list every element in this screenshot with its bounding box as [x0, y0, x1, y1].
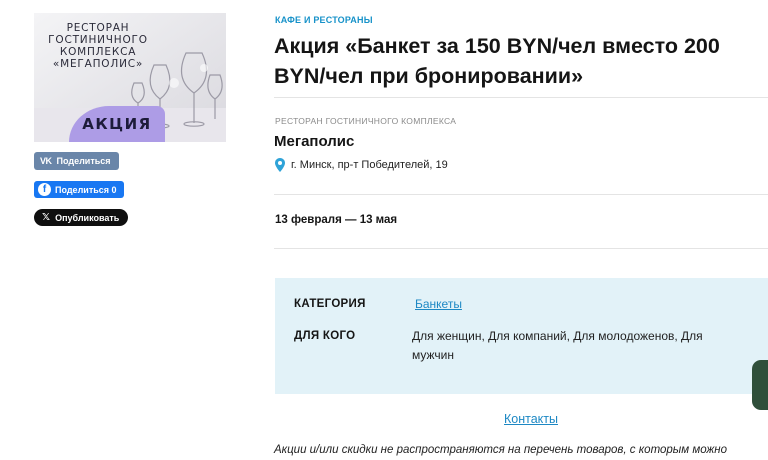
location-pin-icon — [275, 158, 285, 172]
page-title-line: BYN/чел при бронировании» — [274, 64, 584, 88]
banner-title-line: «МЕГАПОЛИС» — [52, 58, 144, 70]
x-publish-button[interactable]: 𝕏 Опубликовать — [34, 209, 129, 226]
venue-name-link[interactable]: Мегаполис — [274, 133, 354, 150]
page-title: Акция «Банкет за 150 BYN/чел вместо 200 … — [274, 31, 768, 91]
page-title-line: Акция «Банкет за 150 BYN/чел вместо 200 — [274, 34, 720, 58]
disclaimer-text: Акции и/или скидки не распространяются н… — [274, 444, 728, 456]
side-widget-tab[interactable] — [752, 360, 768, 410]
promo-dates: 13 февраля — 13 мая — [275, 214, 398, 226]
category-value-link[interactable]: Банкеты — [415, 297, 462, 311]
audience-label: ДЛЯ КОГО — [294, 330, 356, 342]
info-panel: КАТЕГОРИЯ Банкеты ДЛЯ КОГО Для женщин, Д… — [275, 278, 768, 394]
divider — [274, 248, 768, 249]
vk-share-button[interactable]: VK Поделиться — [34, 152, 119, 170]
category-label: КАТЕГОРИЯ — [294, 298, 366, 310]
banner-title-line: РЕСТОРАН — [66, 22, 130, 34]
category-value: Банкеты — [415, 295, 462, 314]
x-icon: 𝕏 — [42, 212, 51, 223]
facebook-share-button[interactable]: f Поделиться 0 — [34, 181, 124, 198]
facebook-share-label: Поделиться 0 — [55, 184, 117, 195]
banner-title-line: ГОСТИНИЧНОГО — [48, 34, 148, 46]
audience-line: мужчин — [412, 348, 454, 362]
category-breadcrumb-link[interactable]: КАФЕ И РЕСТОРАНЫ — [275, 15, 373, 25]
contacts-link[interactable]: Контакты — [504, 412, 558, 426]
facebook-icon: f — [38, 183, 51, 196]
audience-value: Для женщин, Для компаний, Для молодожено… — [412, 327, 703, 365]
banner-title: РЕСТОРАН ГОСТИНИЧНОГО КОМПЛЕКСА «МЕГАПОЛ… — [34, 22, 162, 70]
divider — [274, 97, 768, 98]
venue-type: РЕСТОРАН ГОСТИНИЧНОГО КОМПЛЕКСА — [275, 116, 457, 126]
banner-title-line: КОМПЛЕКСА — [59, 46, 137, 58]
promo-banner-image: РЕСТОРАН ГОСТИНИЧНОГО КОМПЛЕКСА «МЕГАПОЛ… — [34, 13, 226, 142]
venue-address: г. Минск, пр-т Победителей, 19 — [275, 158, 448, 172]
audience-line: Для женщин, Для компаний, Для молодожено… — [412, 329, 703, 343]
vk-share-label: Поделиться — [56, 156, 111, 166]
x-publish-label: Опубликовать — [55, 212, 120, 223]
divider — [274, 194, 768, 195]
address-text: г. Минск, пр-т Победителей, 19 — [291, 159, 448, 171]
vk-icon: VK — [40, 156, 52, 166]
